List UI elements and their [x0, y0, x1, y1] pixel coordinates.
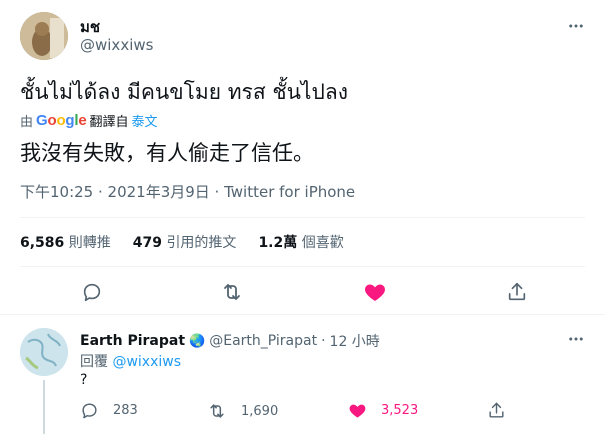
reply-more-options-button[interactable]: [566, 329, 586, 349]
translated-by-prefix: 由: [20, 115, 34, 130]
quotes-label: 引用的推文: [166, 235, 237, 251]
author-avatar[interactable]: [20, 12, 68, 60]
reply-text: ?: [80, 372, 88, 388]
thread-line: [43, 380, 45, 434]
divider: [20, 217, 585, 218]
heart-icon: [349, 404, 366, 418]
replying-to: 回覆 @wixxiws: [80, 351, 181, 371]
retweets-count: 6,586: [20, 235, 65, 251]
reply-share-button[interactable]: [487, 401, 506, 420]
retweet-button[interactable]: [220, 280, 244, 304]
more-dots-icon: [569, 24, 583, 28]
divider: [0, 314, 605, 315]
more-options-button[interactable]: [566, 16, 586, 36]
retweet-icon: [210, 404, 224, 418]
translated-text: 我沒有失敗，有人偷走了信任。: [20, 141, 314, 165]
reply-like-count: 3,523: [381, 403, 419, 418]
translated-by-suffix: 翻譯自: [89, 115, 129, 130]
retweets-stat[interactable]: 6,586 則轉推: [20, 232, 111, 252]
likes-stat[interactable]: 1.2萬 個喜歡: [258, 232, 343, 252]
likes-label: 個喜歡: [301, 235, 344, 251]
retweet-icon: [224, 284, 240, 300]
share-icon: [508, 282, 526, 301]
reply-retweet-count: 1,690: [241, 403, 279, 419]
quotes-count: 479: [132, 235, 162, 251]
retweets-label: 則轉推: [68, 235, 111, 251]
reply-time[interactable]: 12 小時: [330, 331, 380, 351]
source-language-link[interactable]: 泰文: [132, 111, 158, 130]
replying-to-handle[interactable]: @wixxiws: [112, 354, 181, 370]
reply-header: Earth Pirapat 🌏 @Earth_Pirapat · 12 小時: [80, 331, 380, 351]
reply-like-button[interactable]: 3,523: [348, 401, 418, 420]
reply-button[interactable]: [80, 280, 104, 304]
reply-handle[interactable]: @Earth_Pirapat: [209, 333, 317, 349]
quotes-stat[interactable]: 479 引用的推文: [133, 232, 237, 252]
translation-attribution: 由 Google 翻譯自 泰文: [20, 111, 158, 130]
replying-prefix: 回覆: [80, 354, 108, 370]
reply-display-name[interactable]: Earth Pirapat: [80, 333, 185, 349]
tweet-text: ชั้นไม่ได้ลง มีคนขโมย ทรส ชั้นไปลง: [20, 80, 348, 104]
globe-emoji: 🌏: [189, 333, 206, 349]
like-button[interactable]: [363, 280, 387, 304]
reply-reply-count: 283: [113, 403, 138, 418]
tweet-stats: 6,586 則轉推 479 引用的推文 1.2萬 個喜歡: [20, 232, 344, 252]
reply-separator: ·: [321, 333, 326, 349]
share-button[interactable]: [505, 280, 529, 304]
reply-author-avatar[interactable]: [20, 328, 68, 376]
heart-icon: [365, 284, 385, 301]
reply-reply-button[interactable]: 283: [80, 401, 138, 420]
author-handle[interactable]: @wixxiws: [80, 36, 153, 54]
reply-icon: [83, 283, 101, 302]
likes-count: 1.2萬: [258, 235, 298, 251]
reply-icon: [82, 403, 97, 419]
tweet-timestamp[interactable]: 下午10:25 · 2021年3月9日 · Twitter for iPhone: [20, 181, 355, 202]
divider: [20, 266, 585, 267]
share-icon: [489, 402, 504, 418]
google-logo: Google: [36, 112, 87, 129]
reply-retweet-button[interactable]: 1,690: [207, 401, 278, 421]
more-dots-icon: [569, 337, 583, 341]
